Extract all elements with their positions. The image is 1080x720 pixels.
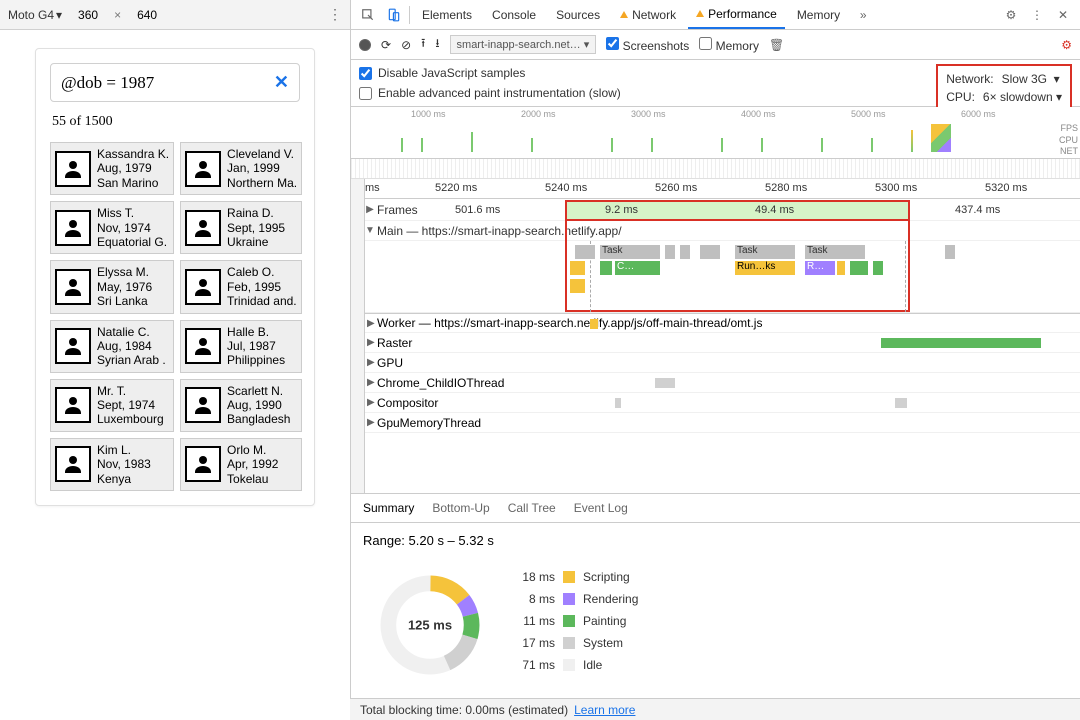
- summary-donut-chart: 125 ms: [375, 570, 485, 680]
- devtools-tabs: Elements Console Sources Network Perform…: [351, 0, 1080, 30]
- more-tabs-icon[interactable]: »: [852, 4, 874, 26]
- perf-options: Disable JavaScript samples Enable advanc…: [351, 60, 1080, 107]
- avatar-icon: [55, 151, 91, 187]
- person-card[interactable]: Caleb O.Feb, 1995Trinidad and.: [180, 260, 302, 313]
- summary-tabs: Summary Bottom-Up Call Tree Event Log: [351, 493, 1080, 523]
- results-count: 55 of 1500: [50, 114, 300, 130]
- device-selector[interactable]: Moto G4 ▾: [8, 8, 62, 22]
- viewport-height-input[interactable]: [127, 8, 167, 22]
- tab-summary[interactable]: Summary: [363, 501, 414, 515]
- device-toolbar: Moto G4 ▾ × ⋮: [0, 0, 350, 30]
- close-dim-icon[interactable]: ×: [114, 8, 121, 22]
- kebab-menu-icon[interactable]: ⋮: [328, 6, 342, 23]
- person-card[interactable]: Raina D.Sept, 1995Ukraine: [180, 201, 302, 254]
- clear-icon[interactable]: ⊘: [401, 38, 411, 52]
- tab-memory[interactable]: Memory: [789, 1, 848, 29]
- summary-legend: 18 msScripting 8 msRendering 11 msPainting…: [515, 570, 638, 680]
- network-throttle-select[interactable]: Slow 3G ▾: [1002, 72, 1060, 86]
- avatar-icon: [185, 210, 221, 246]
- reload-icon[interactable]: ⟳: [381, 38, 391, 52]
- load-profile-icon[interactable]: ⭱: [421, 34, 425, 55]
- search-box: ✕: [50, 63, 300, 102]
- compositor-track[interactable]: ▶Compositor: [365, 393, 1080, 413]
- tab-console[interactable]: Console: [484, 1, 544, 29]
- search-input[interactable]: [61, 73, 274, 93]
- device-toggle-icon[interactable]: [383, 4, 405, 26]
- memory-checkbox[interactable]: Memory: [699, 37, 759, 53]
- avatar-icon: [185, 328, 221, 364]
- record-button[interactable]: [359, 39, 371, 51]
- screenshot-strip[interactable]: [351, 159, 1080, 179]
- tab-sources[interactable]: Sources: [548, 1, 608, 29]
- raster-track[interactable]: ▶Raster: [365, 333, 1080, 353]
- clear-search-icon[interactable]: ✕: [274, 72, 289, 93]
- tick-label: 3000 ms: [631, 109, 666, 119]
- avatar-icon: [185, 387, 221, 423]
- tab-elements[interactable]: Elements: [414, 1, 480, 29]
- close-devtools-icon[interactable]: ✕: [1052, 4, 1074, 26]
- tab-performance[interactable]: Performance: [688, 1, 785, 29]
- avatar-icon: [55, 210, 91, 246]
- legend-row: 71 msIdle: [515, 658, 638, 672]
- avatar-icon: [55, 446, 91, 482]
- person-card[interactable]: Cleveland V.Jan, 1999Northern Ma.: [180, 142, 302, 195]
- legend-row: 8 msRendering: [515, 592, 638, 606]
- avatar-icon: [185, 151, 221, 187]
- viewport-width-input[interactable]: [68, 8, 108, 22]
- tab-bottom-up[interactable]: Bottom-Up: [432, 501, 489, 515]
- recording-selector[interactable]: smart-inapp-search.net… ▾: [450, 35, 597, 54]
- worker-track[interactable]: ▶Worker — https://smart-inapp-search.net…: [365, 313, 1080, 333]
- tab-call-tree[interactable]: Call Tree: [508, 501, 556, 515]
- person-card[interactable]: Kim L.Nov, 1983Kenya: [50, 438, 174, 491]
- trash-icon[interactable]: 🗑: [769, 38, 784, 52]
- warning-icon: [620, 11, 628, 18]
- person-card[interactable]: Scarlett N.Aug, 1990Bangladesh: [180, 379, 302, 432]
- gpu-track[interactable]: ▶GPU: [365, 353, 1080, 373]
- avatar-icon: [55, 387, 91, 423]
- legend-row: 18 msScripting: [515, 570, 638, 584]
- settings-gear-icon[interactable]: ⚙: [1000, 4, 1022, 26]
- avatar-icon: [185, 269, 221, 305]
- tab-network[interactable]: Network: [612, 1, 684, 29]
- cpu-throttle-select[interactable]: 6× slowdown ▾: [983, 90, 1062, 104]
- kebab-menu-icon[interactable]: ⋮: [1026, 4, 1048, 26]
- tick-label: 2000 ms: [521, 109, 556, 119]
- gpu-memory-track[interactable]: ▶GpuMemoryThread: [365, 413, 1080, 433]
- avatar-icon: [55, 269, 91, 305]
- person-card[interactable]: Mr. T.Sept, 1974Luxembourg: [50, 379, 174, 432]
- avatar-icon: [55, 328, 91, 364]
- footer-status: Total blocking time: 0.00ms (estimated) …: [350, 698, 1080, 720]
- save-profile-icon[interactable]: ⭳: [435, 34, 439, 55]
- frames-track[interactable]: ▶Frames 501.6 ms 9.2 ms 49.4 ms 437.4 ms: [365, 199, 1080, 221]
- overview-timeline[interactable]: 1000 ms 2000 ms 3000 ms 4000 ms 5000 ms …: [351, 107, 1080, 159]
- perf-toolbar: ⟳ ⊘ ⭱ ⭳ smart-inapp-search.net… ▾ Screen…: [351, 30, 1080, 60]
- screenshots-checkbox[interactable]: Screenshots: [606, 37, 689, 53]
- tick-label: 5000 ms: [851, 109, 886, 119]
- person-card[interactable]: Halle B.Jul, 1987Philippines: [180, 320, 302, 373]
- range-label: Range: 5.20 s – 5.32 s: [363, 533, 1068, 548]
- inspect-icon[interactable]: [357, 4, 379, 26]
- time-ruler[interactable]: ms 5220 ms 5240 ms 5260 ms 5280 ms 5300 …: [365, 179, 1080, 199]
- throttling-settings: Network:Slow 3G ▾ CPU:6× slowdown ▾: [936, 64, 1072, 112]
- tab-event-log[interactable]: Event Log: [574, 501, 628, 515]
- tick-label: 4000 ms: [741, 109, 776, 119]
- person-card[interactable]: Orlo M.Apr, 1992Tokelau: [180, 438, 302, 491]
- warning-icon: [696, 10, 704, 17]
- person-card[interactable]: Kassandra K.Aug, 1979San Marino: [50, 142, 174, 195]
- chrome-io-track[interactable]: ▶Chrome_ChildIOThread: [365, 373, 1080, 393]
- phone-viewport: ✕ 55 of 1500 Kassandra K.Aug, 1979San Ma…: [0, 30, 350, 720]
- legend-row: 11 msPainting: [515, 614, 638, 628]
- tick-label: 1000 ms: [411, 109, 446, 119]
- learn-more-link[interactable]: Learn more: [574, 703, 635, 717]
- avatar-icon: [185, 446, 221, 482]
- person-card[interactable]: Elyssa M.May, 1976Sri Lanka: [50, 260, 174, 313]
- person-card[interactable]: Miss T.Nov, 1974Equatorial G.: [50, 201, 174, 254]
- capture-settings-gear-icon[interactable]: ⚙: [1061, 38, 1072, 52]
- tick-label: 6000 ms: [961, 109, 996, 119]
- person-card[interactable]: Natalie C.Aug, 1984Syrian Arab .: [50, 320, 174, 373]
- main-flame-chart[interactable]: Task C… Task Run…ks Task R…: [365, 241, 1080, 313]
- legend-row: 17 msSystem: [515, 636, 638, 650]
